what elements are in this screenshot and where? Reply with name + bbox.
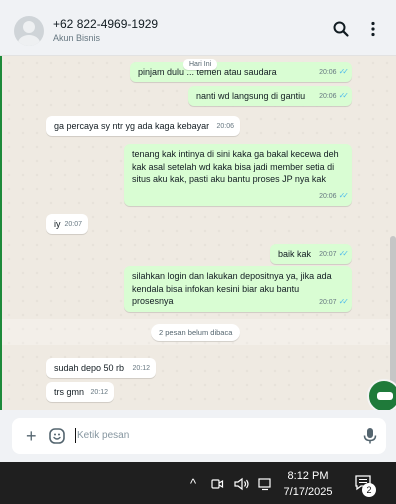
chat-area[interactable]: pinjam dulu ... temen atau saudara 20:06… (0, 56, 396, 410)
message-text: nanti wd langsung di gantiu (196, 91, 306, 101)
network-icon[interactable] (258, 477, 274, 491)
read-ticks-icon: ✓✓ (338, 66, 350, 76)
message-time: 20:07 (319, 298, 337, 306)
message-outgoing[interactable]: tenang kak intinya di sini kaka ga bakal… (124, 144, 352, 206)
read-ticks-icon: ✓✓ (338, 190, 350, 200)
message-outgoing[interactable]: pinjam dulu ... temen atau saudara 20:06… (130, 62, 352, 82)
clock-time: 8:12 PM (287, 470, 329, 482)
plus-icon[interactable]: + (26, 426, 37, 447)
message-text: tenang kak intinya di sini kaka ga bakal… (132, 149, 339, 184)
message-meta: 20:06 (216, 122, 234, 130)
message-time: 20:06 (319, 92, 337, 100)
read-ticks-icon: ✓✓ (338, 296, 350, 306)
chat-header: +62 822-4969-1929 Akun Bisnis (0, 0, 396, 56)
contact-name[interactable]: +62 822-4969-1929 (53, 17, 158, 31)
clock-date: 7/17/2025 (283, 486, 333, 498)
message-meta: 20:12 (132, 364, 150, 372)
message-outgoing[interactable]: baik kak 20:07 ✓✓ (270, 244, 352, 264)
message-meta: 20:06 ✓✓ (319, 66, 350, 80)
message-text: sudah depo 50 rb (54, 363, 125, 373)
read-ticks-icon: ✓✓ (338, 90, 350, 100)
text-caret (75, 428, 76, 443)
message-text: ga percaya sy ntr yg ada kaga kebayar (54, 121, 210, 131)
message-meta: 20:07 ✓✓ (319, 296, 350, 310)
message-meta: 20:06 ✓✓ (319, 190, 350, 204)
message-meta: 20:07 ✓✓ (319, 248, 350, 262)
windows-taskbar: ^ 8:12 PM 7/17/2025 2 (0, 462, 396, 504)
message-time: 20:06 (319, 68, 337, 76)
contact-avatar[interactable] (14, 16, 44, 46)
mic-icon[interactable] (362, 427, 378, 445)
message-outgoing[interactable]: nanti wd langsung di gantiu 20:06 ✓✓ (188, 86, 352, 106)
emoji-icon[interactable] (48, 427, 66, 445)
message-incoming[interactable]: sudah depo 50 rb 20:12 (46, 358, 156, 378)
message-time: 20:07 (319, 250, 337, 258)
message-text: silahkan login dan lakukan depositnya ya… (132, 271, 332, 306)
floating-sticker-icon[interactable] (367, 379, 396, 413)
message-time: 20:06 (319, 192, 337, 200)
unread-indicator: 2 pesan belum dibaca (151, 324, 241, 341)
message-text: trs gmn (54, 387, 85, 397)
message-input-container: + Ketik pesan (12, 418, 386, 454)
chevron-up-icon[interactable]: ^ (190, 476, 196, 491)
contact-subtitle: Akun Bisnis (53, 33, 101, 43)
message-incoming[interactable]: iy 20:07 (46, 214, 88, 234)
system-clock[interactable]: 8:12 PM 7/17/2025 (278, 468, 338, 500)
menu-dots-icon[interactable] (364, 20, 382, 38)
message-outgoing[interactable]: silahkan login dan lakukan depositnya ya… (124, 266, 352, 312)
message-meta: 20:12 (90, 388, 108, 396)
volume-icon[interactable] (234, 477, 250, 491)
message-text: baik kak (278, 249, 312, 259)
message-text: iy (54, 219, 61, 229)
message-meta: 20:07 (64, 220, 82, 228)
message-meta: 20:06 ✓✓ (319, 90, 350, 104)
notification-badge: 2 (362, 483, 376, 497)
message-composer: + Ketik pesan (0, 410, 396, 462)
search-icon[interactable] (332, 20, 350, 38)
meet-now-icon[interactable] (210, 477, 224, 491)
read-ticks-icon: ✓✓ (338, 248, 350, 258)
message-incoming[interactable]: ga percaya sy ntr yg ada kaga kebayar 20… (46, 116, 240, 136)
message-incoming[interactable]: trs gmn 20:12 (46, 382, 114, 402)
message-input[interactable]: Ketik pesan (77, 430, 129, 441)
day-separator: Hari Ini (183, 59, 218, 70)
